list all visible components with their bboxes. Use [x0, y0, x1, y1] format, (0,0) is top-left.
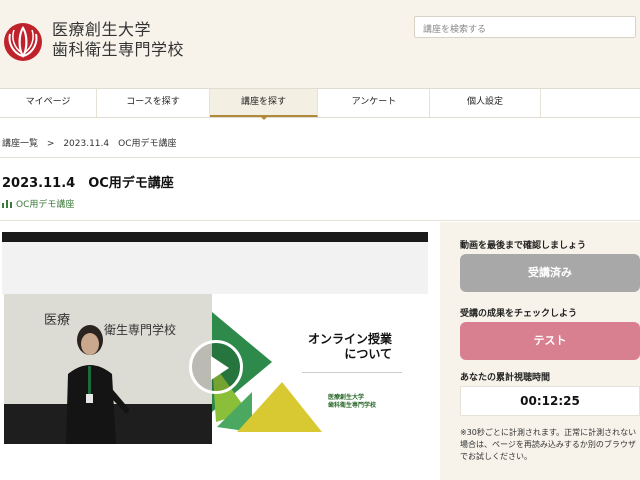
brand-line1: 医療創生大学 [52, 20, 152, 39]
course-subtitle: OC用デモ講座 [2, 197, 74, 210]
slide-subtitle: 医療創生大学 歯科衛生専門学校 [328, 394, 376, 410]
test-button[interactable]: テスト [460, 322, 640, 360]
slide-subtitle-line1: 医療創生大学 [328, 394, 365, 401]
play-icon [211, 356, 229, 380]
divider [0, 157, 640, 158]
active-indicator-icon [259, 116, 268, 120]
page-title: 2023.11.4 OC用デモ講座 [2, 176, 174, 191]
breadcrumb-current: 2023.11.4 OC用デモ講座 [63, 139, 177, 149]
completed-button[interactable]: 受講済み [460, 254, 640, 292]
breadcrumb-separator: > [46, 139, 55, 149]
slide-title: オンライン授業 について [308, 332, 392, 362]
nav-find-lecture[interactable]: 講座を探す [210, 89, 318, 120]
play-button[interactable] [189, 340, 243, 394]
lecturer-video: 医療 衛生専門学校 [4, 294, 212, 444]
search-input[interactable]: 講座を検索する [414, 16, 636, 38]
site-header: 医療創生大学 歯科衛生専門学校 講座を検索する [0, 0, 640, 88]
breadcrumb-root[interactable]: 講座一覧 [2, 139, 38, 149]
slide-title-line1: オンライン授業 [308, 332, 393, 346]
university-logo-icon[interactable] [2, 20, 44, 62]
bar-chart-icon [2, 200, 12, 208]
check-result-label: 受講の成果をチェックしよう [460, 309, 578, 319]
nav-settings[interactable]: 個人設定 [430, 89, 541, 117]
nav-find-lecture-label: 講座を探す [240, 97, 286, 107]
check-video-label: 動画を最後まで確認しましょう [460, 241, 587, 251]
course-subtitle-label: OC用デモ講座 [16, 200, 75, 210]
brand-line2: 歯科衛生専門学校 [52, 40, 185, 59]
main-nav: マイページ コースを探す 講座を探す アンケート 個人設定 [0, 88, 640, 120]
nav-find-course[interactable]: コースを探す [97, 89, 210, 117]
progress-sidebar: 動画を最後まで確認しましょう 受講済み 受講の成果をチェックしよう テスト あな… [440, 222, 640, 480]
video-frame: オンライン授業 について 医療創生大学 歯科衛生専門学校 医療 衛生専門学校 [2, 242, 428, 480]
brand-name[interactable]: 医療創生大学 歯科衛生専門学校 [52, 20, 184, 60]
watch-time-note: ※30秒ごとに計測されます。正常に計測されない場合は、ページを再読み込みするか別… [460, 428, 637, 461]
watch-time-value: 00:12:25 [460, 386, 640, 416]
nav-survey[interactable]: アンケート [319, 89, 430, 117]
svg-text:医療: 医療 [44, 313, 70, 328]
lecturer-image: 医療 衛生専門学校 [4, 294, 212, 444]
slide-subtitle-line2: 歯科衛生専門学校 [328, 402, 377, 409]
slide-title-line2: について [344, 347, 393, 361]
breadcrumb: 講座一覧 > 2023.11.4 OC用デモ講座 [2, 136, 177, 149]
svg-text:衛生専門学校: 衛生専門学校 [104, 322, 176, 337]
watch-time-label: あなたの累計視聴時間 [460, 373, 551, 383]
video-player[interactable]: オンライン授業 について 医療創生大学 歯科衛生専門学校 医療 衛生専門学校 [2, 232, 428, 480]
divider [0, 220, 640, 221]
nav-mypage[interactable]: マイページ [0, 89, 97, 117]
